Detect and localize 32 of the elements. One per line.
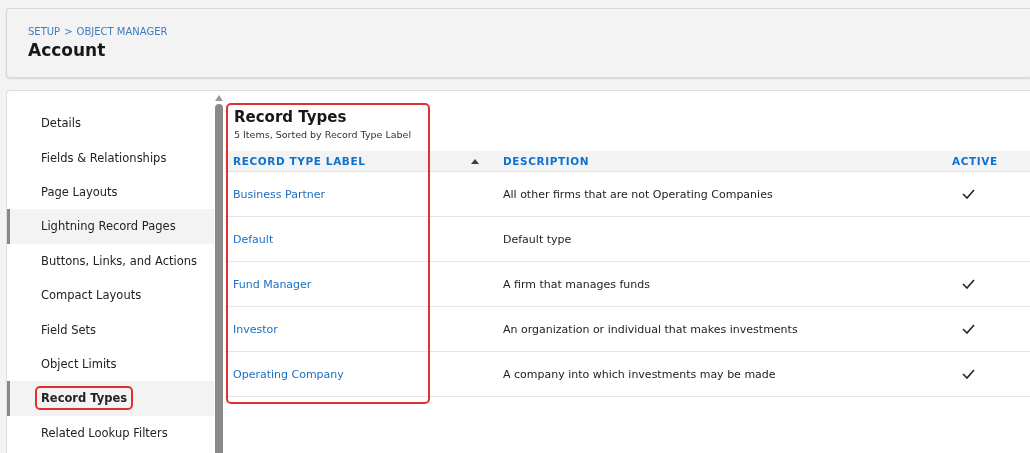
sort-ascending-icon[interactable]: [471, 158, 479, 164]
table-cell: Default type: [503, 232, 572, 246]
column-header[interactable]: ACTIVE: [952, 155, 998, 167]
sidebar-item[interactable]: Fields & Relationships: [7, 140, 214, 175]
record-type-link[interactable]: Business Partner: [233, 187, 325, 201]
sidebar-item[interactable]: Record Types: [7, 381, 214, 416]
page-title: Account: [28, 40, 107, 60]
record-type-link[interactable]: Default: [233, 232, 274, 246]
sidebar-item[interactable]: Lightning Record Pages: [7, 209, 214, 244]
record-type-link[interactable]: Operating Company: [233, 367, 344, 381]
record-type-link[interactable]: Investor: [233, 322, 278, 336]
section-title: Record Types: [234, 108, 348, 126]
sidebar-item[interactable]: Field Sets: [7, 312, 214, 347]
record-type-link[interactable]: Fund Manager: [233, 277, 312, 291]
scrollbar-thumb[interactable]: [215, 104, 223, 453]
scroll-up-icon[interactable]: [215, 95, 223, 101]
sidebar-item[interactable]: Object Limits: [7, 346, 214, 382]
sidebar-item[interactable]: Compact Layouts: [7, 277, 214, 313]
table-cell: A company into which investments may be made: [503, 367, 776, 381]
table-cell: An organization or individual that makes investments: [503, 322, 798, 336]
sidebar-item[interactable]: Buttons, Links, and Actions: [7, 243, 214, 278]
column-header[interactable]: DESCRIPTION: [503, 155, 590, 167]
breadcrumb-separator: >: [64, 26, 73, 37]
table-cell: All other firms that are not Operating Companies: [503, 187, 773, 201]
column-header[interactable]: RECORD TYPE LABEL: [233, 155, 366, 167]
table-cell: A firm that manages funds: [503, 277, 650, 291]
sidebar-item[interactable]: Page Layouts: [7, 174, 214, 210]
section-subtitle: 5 Items, Sorted by Record Type Label: [234, 129, 413, 140]
sidebar-item[interactable]: Related Lookup Filters: [7, 415, 214, 450]
breadcrumb-link[interactable]: SETUP: [28, 26, 61, 37]
breadcrumb-link[interactable]: OBJECT MANAGER: [76, 26, 168, 37]
sidebar-item[interactable]: Details: [7, 106, 214, 141]
